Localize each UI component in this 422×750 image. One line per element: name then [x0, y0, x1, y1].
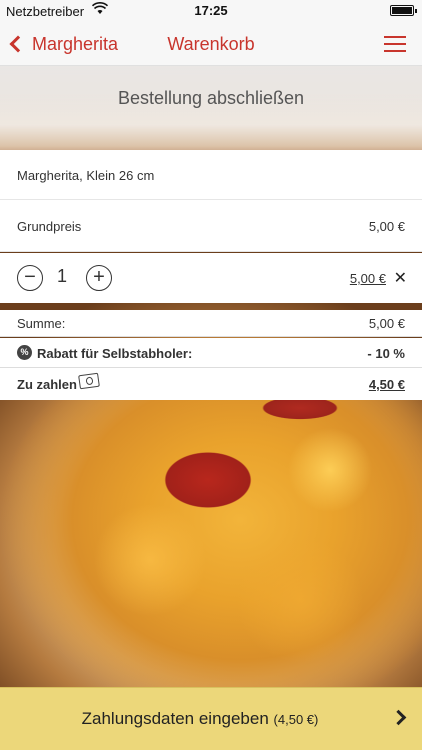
status-bar: Netzbetreiber 17:25	[0, 0, 422, 22]
enter-payment-label: Zahlungsdaten eingeben (4,50 €)	[0, 709, 400, 729]
clock: 17:25	[194, 3, 228, 18]
base-price-row: Grundpreis 5,00 €	[0, 200, 422, 252]
sum-row: Summe: 5,00 €	[0, 310, 422, 337]
quantity-value: 1	[57, 266, 68, 286]
discount-label: Rabatt für Selbstabholer:	[37, 346, 193, 361]
discount-value: - 10 %	[367, 346, 405, 361]
discount-row: % Rabatt für Selbstabholer: - 10 %	[0, 338, 422, 368]
amount-due-value[interactable]: 4,50 €	[369, 377, 405, 392]
product-name: Margherita, Klein 26 cm	[17, 168, 155, 183]
line-total-link[interactable]: 5,00 €	[350, 271, 386, 286]
checkout-amount: (4,50 €)	[273, 712, 319, 727]
checkout-label-text: Zahlungsdaten eingeben	[81, 709, 269, 728]
quantity-row: − 1 + 5,00 € ✕	[0, 253, 422, 303]
cart-item-row: Margherita, Klein 26 cm	[0, 150, 422, 200]
increase-quantity-button[interactable]: +	[86, 265, 112, 291]
base-price-label: Grundpreis	[17, 219, 82, 234]
hamburger-menu-icon[interactable]	[384, 36, 406, 52]
money-icon	[78, 372, 100, 390]
discount-badge-icon: %	[17, 345, 32, 360]
amount-due-label: Zu zahlen	[17, 377, 77, 392]
page-title: Warenkorb	[167, 34, 255, 54]
sum-value: 5,00 €	[368, 316, 405, 331]
enter-payment-button[interactable]: Zahlungsdaten eingeben (4,50 €)	[0, 687, 422, 750]
sum-label: Summe:	[17, 316, 66, 331]
decrease-quantity-button[interactable]: −	[17, 265, 43, 291]
battery-icon	[390, 5, 417, 16]
remove-item-icon[interactable]: ✕	[394, 268, 407, 288]
navigation-bar: Margherita Warenkorb	[0, 22, 422, 66]
section-title: Bestellung abschließen	[117, 88, 305, 108]
amount-due-row: Zu zahlen 4,50 €	[0, 368, 422, 400]
base-price-value: 5,00 €	[368, 219, 405, 234]
